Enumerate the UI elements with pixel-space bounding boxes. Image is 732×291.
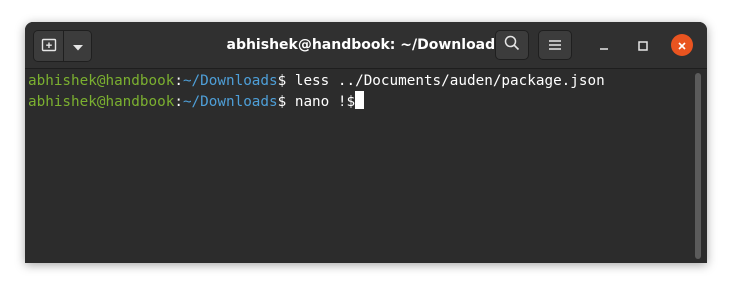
prompt-path: ~/Downloads xyxy=(182,73,278,89)
new-tab-button-group xyxy=(33,30,92,62)
prompt-user-host: abhishek@handbook xyxy=(28,73,175,89)
prompt-colon: : xyxy=(174,94,183,110)
tab-menu-dropdown-button[interactable] xyxy=(63,31,91,61)
maximize-button[interactable] xyxy=(632,34,654,56)
terminal-window: abhishek@handbook: ~/Downloads abhishek@… xyxy=(25,22,707,263)
window-title: abhishek@handbook: ~/Downloads xyxy=(226,37,504,53)
new-tab-icon xyxy=(41,37,57,56)
search-button[interactable] xyxy=(495,30,529,60)
prompt-path: ~/Downloads xyxy=(182,94,278,110)
command-text: nano !$ xyxy=(286,94,356,110)
close-icon xyxy=(677,36,687,55)
minimize-button[interactable] xyxy=(593,34,615,56)
header-bar: abhishek@handbook: ~/Downloads xyxy=(25,22,707,69)
prompt-symbol: $ xyxy=(277,94,287,110)
main-menu-button[interactable] xyxy=(538,30,572,60)
search-icon xyxy=(504,35,520,55)
new-tab-button[interactable] xyxy=(34,31,63,61)
command-text: less ../Documents/auden/package.json xyxy=(286,73,605,89)
prompt-symbol: $ xyxy=(277,73,287,89)
terminal-line: abhishek@handbook:~/Downloads$ less ../D… xyxy=(28,71,605,91)
text-cursor xyxy=(355,91,365,109)
hamburger-menu-icon xyxy=(548,36,562,55)
close-button[interactable] xyxy=(671,34,693,56)
maximize-icon xyxy=(638,36,648,55)
prompt-colon: : xyxy=(174,73,183,89)
chevron-down-icon xyxy=(72,37,84,56)
terminal-output[interactable]: abhishek@handbook:~/Downloads$ less ../D… xyxy=(25,69,707,263)
scrollbar[interactable] xyxy=(695,73,701,259)
minimize-icon xyxy=(599,36,609,55)
terminal-line: abhishek@handbook:~/Downloads$ nano !$ xyxy=(28,91,365,111)
prompt-user-host: abhishek@handbook xyxy=(28,94,175,110)
